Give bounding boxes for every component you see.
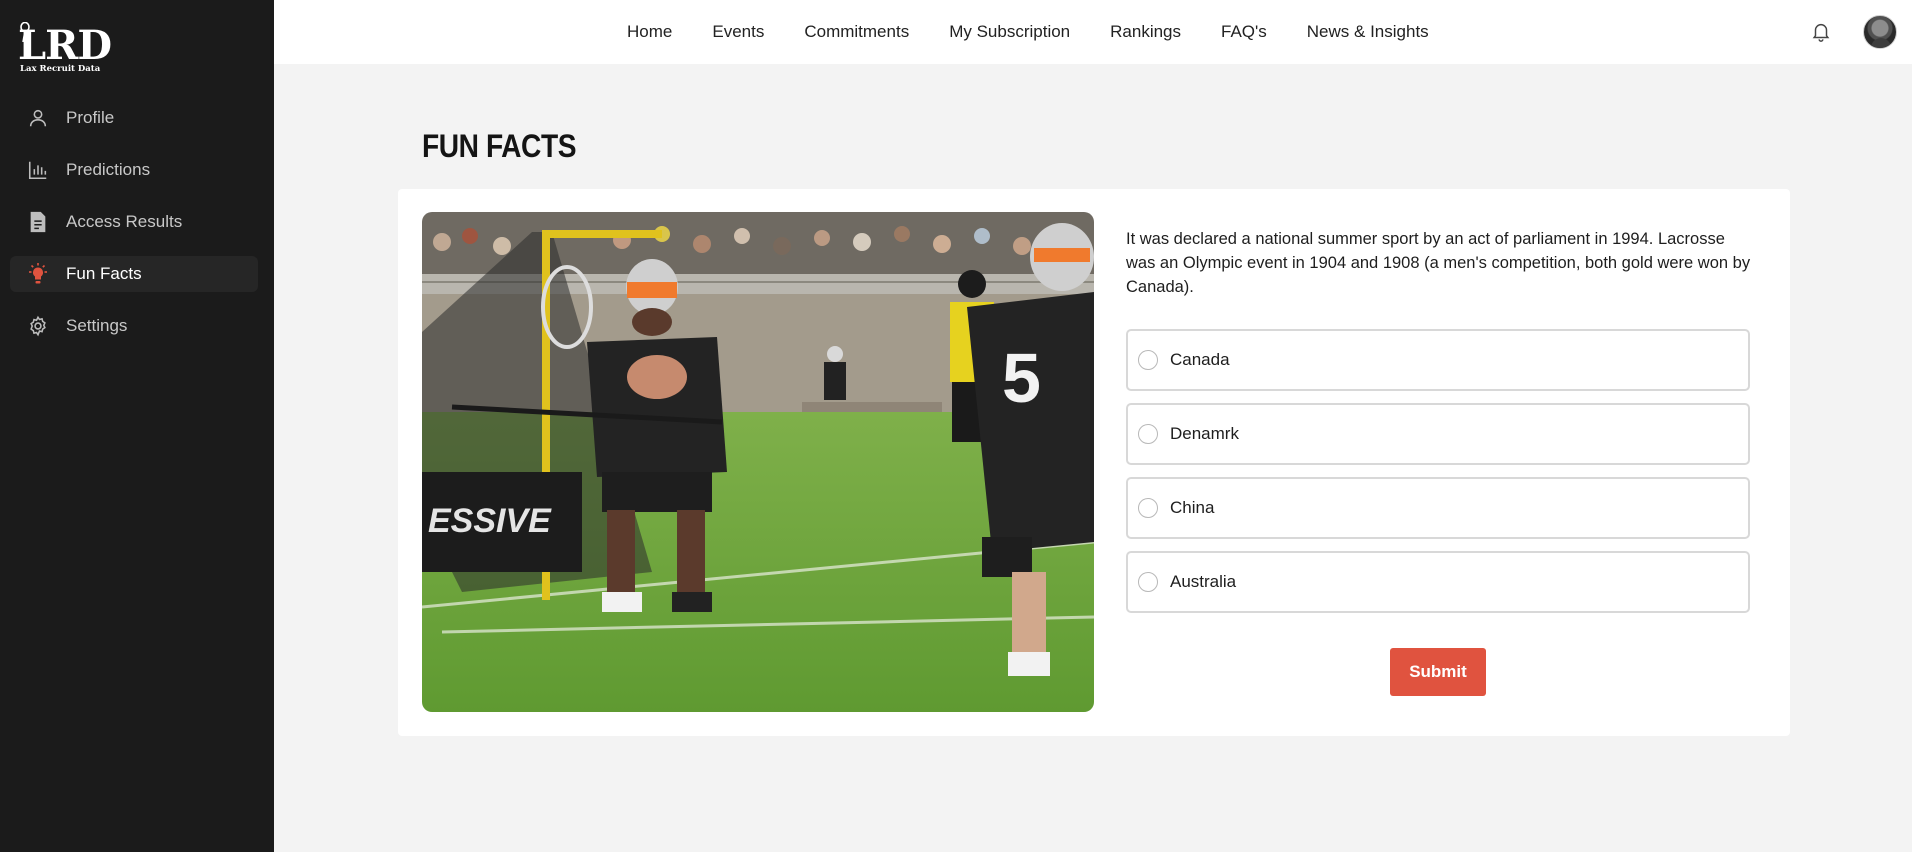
answer-option-label: China [1170, 498, 1215, 517]
document-icon [26, 210, 50, 234]
brand-logo[interactable]: LRD Lax Recruit Data [18, 22, 114, 74]
lightbulb-icon [26, 262, 50, 286]
nav-link-faqs[interactable]: FAQ's [1221, 22, 1267, 42]
radio-button[interactable] [1138, 424, 1158, 444]
radio-button[interactable] [1138, 498, 1158, 518]
top-nav: Home Events Commitments My Subscription … [274, 0, 1912, 64]
sidebar: LRD Lax Recruit Data Profile Predictions… [0, 0, 274, 852]
answer-option-china[interactable]: China [1126, 477, 1750, 539]
bar-chart-icon [26, 158, 50, 182]
fun-fact-question: It was declared a national summer sport … [1126, 230, 1751, 296]
sidebar-item-predictions[interactable]: Predictions [10, 152, 258, 188]
nav-link-events[interactable]: Events [712, 22, 764, 42]
sidebar-item-access-results[interactable]: Access Results [10, 204, 258, 240]
nav-link-commitments[interactable]: Commitments [804, 22, 909, 42]
nav-link-news-insights[interactable]: News & Insights [1307, 22, 1429, 42]
sidebar-item-settings[interactable]: Settings [10, 308, 258, 344]
radio-button[interactable] [1138, 572, 1158, 592]
answer-option-denamrk[interactable]: Denamrk [1126, 403, 1750, 465]
nav-link-home[interactable]: Home [627, 22, 672, 42]
bell-icon[interactable] [1810, 20, 1832, 44]
user-icon [26, 106, 50, 130]
radio-button[interactable] [1138, 350, 1158, 370]
answer-option-label: Australia [1170, 572, 1237, 591]
submit-button[interactable]: Submit [1390, 648, 1486, 696]
answer-option-label: Denamrk [1170, 424, 1239, 443]
answer-option-label: Canada [1170, 350, 1230, 369]
user-avatar[interactable] [1863, 15, 1897, 49]
sidebar-item-label: Predictions [66, 160, 151, 179]
sidebar-item-label: Fun Facts [66, 264, 142, 283]
lacrosse-photo: ESSIVE 5 [422, 212, 1094, 712]
answer-option-canada[interactable]: Canada [1126, 329, 1750, 391]
nav-link-my-subscription[interactable]: My Subscription [949, 22, 1070, 42]
sidebar-item-label: Profile [66, 108, 115, 127]
sidebar-nav: Profile Predictions Access Results Fun F… [10, 100, 258, 360]
logo-subtitle: Lax Recruit Data [20, 64, 101, 74]
answer-options: Canada Denamrk China Australia [1126, 329, 1750, 625]
fun-fact-card: ESSIVE 5 It was declared a national summ… [398, 189, 1790, 736]
page-title: FUN FACTS [422, 128, 577, 164]
gear-icon [26, 314, 50, 338]
sidebar-item-fun-facts[interactable]: Fun Facts [10, 256, 258, 292]
sidebar-item-profile[interactable]: Profile [10, 100, 258, 136]
top-nav-links: Home Events Commitments My Subscription … [627, 0, 1469, 64]
logo-text: LRD [18, 22, 112, 69]
svg-text:ESSIVE: ESSIVE [428, 502, 552, 540]
sidebar-item-label: Access Results [66, 212, 183, 231]
answer-option-australia[interactable]: Australia [1126, 551, 1750, 613]
sidebar-item-label: Settings [66, 316, 128, 335]
nav-link-rankings[interactable]: Rankings [1110, 22, 1181, 42]
svg-text:5: 5 [1002, 339, 1041, 417]
